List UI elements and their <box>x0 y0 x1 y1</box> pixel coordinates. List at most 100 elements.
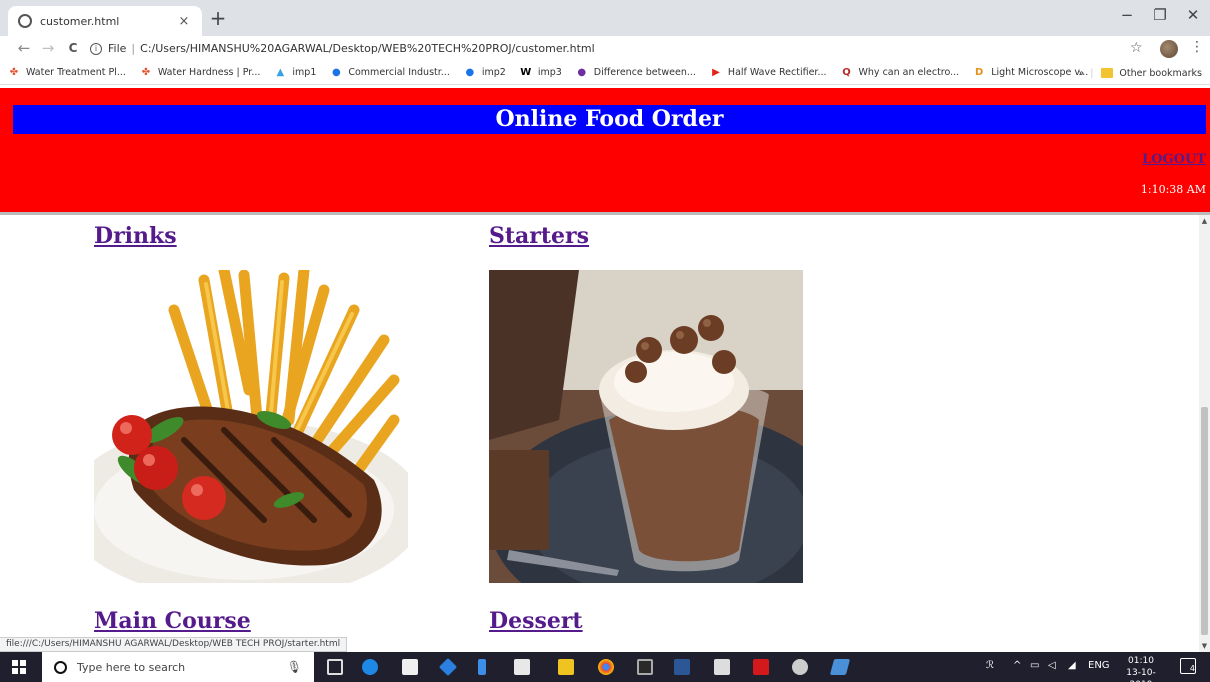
bookmark-label: Water Treatment Pl... <box>26 67 126 78</box>
bookmark-item[interactable]: ✤ Water Treatment Pl... <box>8 67 126 79</box>
triangle-logo-icon: ▲ <box>276 66 285 78</box>
bookmark-item[interactable]: ● imp2 <box>464 67 506 79</box>
bookmark-item[interactable]: ● Difference between... <box>576 67 696 79</box>
ice-cream-sundae-illustration <box>489 270 803 583</box>
windows-taskbar: Type here to search 🎙 ℛ ^ ▭ ◁ ◢ ENG 01:1… <box>0 652 1210 682</box>
taskbar-search[interactable]: Type here to search 🎙 <box>42 652 314 682</box>
starters-link[interactable]: Starters <box>489 223 589 249</box>
settings-icon[interactable] <box>792 659 808 675</box>
reload-button[interactable]: C <box>65 39 81 57</box>
main-course-image[interactable] <box>94 270 408 583</box>
quora-icon: Q <box>842 66 851 78</box>
terminal-icon[interactable] <box>637 659 653 675</box>
forward-button[interactable]: → <box>40 39 56 57</box>
browser-toolbar: ← → C i File | C:/Users/HIMANSHU%20AGARW… <box>0 36 1210 61</box>
screen: customer.html × + − ❐ ✕ ← → C i File | C… <box>0 0 1210 682</box>
scheme-label: File <box>108 42 127 55</box>
dessert-image[interactable] <box>489 270 803 583</box>
language-indicator[interactable]: ENG <box>1088 660 1110 671</box>
minimize-button[interactable]: − <box>1117 6 1137 24</box>
tab-strip: customer.html × + − ❐ ✕ <box>0 0 1210 36</box>
bookmark-label: Water Hardness | Pr... <box>157 67 261 78</box>
bookmark-item[interactable]: ● Commercial Industr... <box>330 66 450 79</box>
back-button[interactable]: ← <box>16 39 32 57</box>
taskbar-clock[interactable]: 01:10 13-10-2019 <box>1118 655 1164 682</box>
task-view-icon[interactable] <box>327 659 343 675</box>
bolt-app-icon[interactable] <box>478 659 486 675</box>
acrobat-icon[interactable] <box>753 659 769 675</box>
tray-arrow-icon[interactable]: ^ <box>1013 660 1021 671</box>
bookmark-label: imp1 <box>292 67 317 78</box>
dropbox-icon[interactable] <box>438 657 458 677</box>
new-tab-button[interactable]: + <box>208 8 228 28</box>
notepad-icon[interactable] <box>829 659 851 675</box>
bookmark-label: Commercial Industr... <box>348 67 450 78</box>
other-bookmarks[interactable]: Other bookmarks <box>1119 68 1202 79</box>
bookmark-label: imp3 <box>537 67 562 78</box>
word-icon[interactable] <box>674 659 690 675</box>
scroll-up-icon[interactable]: ▲ <box>1199 215 1210 227</box>
battery-icon[interactable]: ▭ <box>1030 660 1039 671</box>
bookmark-star-icon[interactable]: ☆ <box>1130 40 1143 56</box>
bookmark-item[interactable]: ✤ Water Hardness | Pr... <box>140 67 261 79</box>
photos-icon[interactable] <box>714 659 730 675</box>
address-bar[interactable]: i File | C:/Users/HIMANSHU%20AGARWAL/Des… <box>90 38 1150 59</box>
link-status-url: file:///C:/Users/HIMANSHU AGARWAL/Deskto… <box>0 637 348 652</box>
bookmark-label: Difference between... <box>593 67 696 78</box>
people-icon[interactable]: ℛ <box>986 660 994 671</box>
page-scrollbar[interactable]: ▲ ▼ <box>1199 215 1210 652</box>
bookmarks-right: » | Other bookmarks <box>1078 61 1202 85</box>
mail-icon[interactable] <box>514 659 530 675</box>
browser-tab[interactable]: customer.html × <box>8 6 202 36</box>
search-placeholder: Type here to search <box>77 660 186 674</box>
restore-button[interactable]: ❐ <box>1150 6 1170 24</box>
wifi-icon[interactable]: ◢ <box>1068 660 1076 671</box>
d-logo-icon: D <box>975 66 984 78</box>
youtube-icon: ▶ <box>712 66 720 78</box>
bookmark-item[interactable]: ▲ imp1 <box>274 66 317 79</box>
bookmark-label: imp2 <box>481 67 506 78</box>
tab-title: customer.html <box>40 14 120 28</box>
taskbar-time: 01:10 <box>1128 656 1154 666</box>
close-window-button[interactable]: ✕ <box>1183 6 1203 24</box>
bookmarks-bar: ✤ Water Treatment Pl... ✤ Water Hardness | … <box>0 61 1210 85</box>
store-icon[interactable] <box>402 659 418 675</box>
bookmark-item[interactable]: D Light Microscope v... <box>973 67 1088 79</box>
bookmark-item[interactable]: ▶ Half Wave Rectifier... <box>710 66 827 79</box>
folder-icon <box>1101 68 1114 78</box>
info-icon[interactable]: i <box>90 42 102 55</box>
puzzle-logo-icon: ✤ <box>9 66 19 78</box>
logout-link[interactable]: LOGOUT <box>1142 152 1206 167</box>
tab-close-icon[interactable]: × <box>176 14 192 29</box>
url-text[interactable]: C:/Users/HIMANSHU%20AGARWAL/Desktop/WEB%… <box>140 42 595 55</box>
wikipedia-icon: W <box>520 66 532 78</box>
chrome-icon[interactable] <box>598 659 614 675</box>
taskbar-date: 13-10-2019 <box>1126 668 1156 682</box>
browser-menu-icon[interactable]: ⋮ <box>1190 39 1204 55</box>
address-separator: | <box>131 42 136 55</box>
byjus-icon: ● <box>577 66 587 78</box>
drinks-link[interactable]: Drinks <box>94 223 177 249</box>
bookmark-label: Light Microscope v... <box>991 67 1089 78</box>
microphone-icon[interactable]: 🎙 <box>287 660 302 674</box>
action-center-icon[interactable]: 4 <box>1180 658 1196 674</box>
bookmark-item[interactable]: Q Why can an electro... <box>841 66 960 79</box>
bookmarks-overflow-button[interactable]: » <box>1078 68 1084 79</box>
cortana-icon <box>54 660 67 674</box>
profile-avatar[interactable] <box>1160 40 1178 58</box>
windows-start-icon[interactable] <box>12 660 26 674</box>
file-explorer-icon[interactable] <box>558 659 574 675</box>
dessert-link[interactable]: Dessert <box>489 608 583 634</box>
bookmark-label: Why can an electro... <box>858 67 960 78</box>
scrollbar-thumb[interactable] <box>1201 407 1208 635</box>
clock-text: 1:10:38 AM <box>1140 183 1206 196</box>
volume-icon[interactable]: ◁ <box>1048 660 1056 671</box>
main-course-link[interactable]: Main Course <box>94 608 251 634</box>
bookmark-item[interactable]: Wimp3 <box>520 66 562 79</box>
edge-icon[interactable] <box>362 659 378 675</box>
globe-icon <box>18 14 32 28</box>
drop-icon: ● <box>331 66 341 78</box>
scroll-down-icon[interactable]: ▼ <box>1199 640 1210 652</box>
bookmarks-divider: | <box>1090 67 1094 79</box>
bookmark-label: Half Wave Rectifier... <box>727 67 827 78</box>
